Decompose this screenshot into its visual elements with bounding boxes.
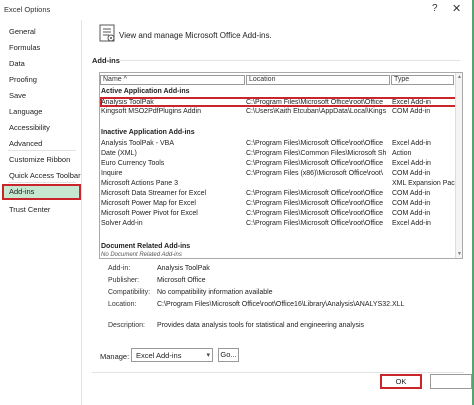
manage-selected-value: Excel Add-ins <box>136 351 182 360</box>
nav-item-trust-center[interactable]: Trust Center <box>2 202 81 217</box>
row-name: Microsoft Power Map for Excel <box>101 200 196 207</box>
group-title-inactive: Inactive Application Add-ins <box>101 129 195 136</box>
detail-label-publisher: Publisher: <box>108 277 140 284</box>
nav-divider <box>8 150 76 151</box>
row-location: C:\Program Files\Microsoft Office\root\O… <box>246 140 384 147</box>
row-name: Microsoft Data Streamer for Excel <box>101 190 207 197</box>
row-location: C:\Program Files\Microsoft Office\root\O… <box>246 200 384 207</box>
row-name: Analysis ToolPak - VBA <box>101 140 175 147</box>
detail-value-publisher: Microsoft Office <box>157 277 206 284</box>
row-location: C:\Program Files\Microsoft Office\root\O… <box>246 190 384 197</box>
row-type: COM Add-in <box>392 170 431 177</box>
row-type: COM Add-in <box>392 190 431 197</box>
group-title-active: Active Application Add-ins <box>101 88 190 95</box>
table-row[interactable]: Microsoft Power Pivot for Excel C:\Progr… <box>100 209 462 219</box>
table-row[interactable]: Solver Add-in C:\Program Files\Microsoft… <box>100 219 462 229</box>
detail-label-addin: Add-in: <box>108 265 131 272</box>
row-name: Microsoft Actions Pane 3 <box>101 180 179 187</box>
row-type: COM Add-in <box>392 108 431 115</box>
table-row[interactable]: Euro Currency Tools C:\Program Files\Mic… <box>100 159 462 169</box>
row-type: Excel Add-in <box>392 160 431 167</box>
options-nav: General Formulas Data Proofing Save Lang… <box>0 20 82 405</box>
column-header-name[interactable]: Name ^ <box>100 75 245 85</box>
section-title: Add-ins <box>92 56 120 65</box>
nav-item-proofing[interactable]: Proofing <box>2 72 81 87</box>
table-row[interactable]: Kingsoft MSO2PdfPlugins Addin C:\Users\K… <box>100 107 462 117</box>
row-location: C:\Program Files\Microsoft Office\root\O… <box>246 160 384 167</box>
help-button[interactable]: ? <box>432 3 438 14</box>
go-button[interactable]: Go... <box>218 348 239 362</box>
nav-item-formulas[interactable]: Formulas <box>2 40 81 55</box>
add-ins-list[interactable]: Name ^ Location Type Active Application … <box>99 72 463 259</box>
row-type: Excel Add-in <box>392 99 431 106</box>
detail-label-description: Description: <box>108 322 145 329</box>
no-document-addins-text: No Document Related Add-ins <box>101 252 182 258</box>
footer-divider <box>92 372 464 373</box>
row-name: Microsoft Power Pivot for Excel <box>101 210 198 217</box>
list-scrollbar[interactable]: ▲ ▼ <box>455 73 462 258</box>
row-name: Analysis ToolPak <box>101 99 154 106</box>
nav-item-add-ins[interactable]: Add-ins <box>2 184 81 200</box>
row-location: C:\Program Files\Common Files\Microsoft … <box>246 150 387 157</box>
table-row[interactable]: Analysis ToolPak - VBA C:\Program Files\… <box>100 139 462 149</box>
table-row[interactable]: Date (XML) C:\Program Files\Common Files… <box>100 149 462 159</box>
detail-value-addin: Analysis ToolPak <box>157 265 210 272</box>
cancel-button[interactable] <box>430 374 472 389</box>
row-type: Excel Add-in <box>392 220 431 227</box>
detail-value-description: Provides data analysis tools for statist… <box>157 322 365 329</box>
row-type: COM Add-in <box>392 200 431 207</box>
nav-item-customize-ribbon[interactable]: Customize Ribbon <box>2 152 81 167</box>
nav-item-language[interactable]: Language <box>2 104 81 119</box>
row-location: C:\Program Files (x86)\Microsoft Office\… <box>246 170 383 177</box>
manage-label: Manage: <box>100 352 130 361</box>
row-location: C:\Program Files\Microsoft Office\root\O… <box>246 99 384 106</box>
row-type: Action <box>392 150 412 157</box>
window-title: Excel Options <box>4 5 51 14</box>
nav-divider <box>8 182 76 183</box>
row-type: COM Add-in <box>392 210 431 217</box>
column-header-type[interactable]: Type <box>391 75 454 85</box>
row-location: C:\Program Files\Microsoft Office\root\O… <box>246 210 384 217</box>
chevron-down-icon: ▾ <box>206 352 210 359</box>
ok-button[interactable]: OK <box>380 374 422 389</box>
row-name: Date (XML) <box>101 150 137 157</box>
nav-item-accessibility[interactable]: Accessibility <box>2 120 81 135</box>
nav-item-advanced[interactable]: Advanced <box>2 136 81 151</box>
table-row[interactable]: Inquire C:\Program Files (x86)\Microsoft… <box>100 169 462 179</box>
table-row[interactable]: Microsoft Data Streamer for Excel C:\Pro… <box>100 189 462 199</box>
detail-value-location: C:\Program Files\Microsoft Office\root\O… <box>157 301 405 308</box>
manage-dropdown[interactable]: Excel Add-ins ▾ <box>131 348 213 362</box>
group-title-document: Document Related Add-ins <box>101 243 191 250</box>
column-header-location[interactable]: Location <box>246 75 390 85</box>
scroll-down-icon[interactable]: ▼ <box>457 251 462 257</box>
row-location: C:\Users\Kaith Etcuban\AppData\Local\Kin… <box>246 108 387 115</box>
table-row[interactable]: Microsoft Actions Pane 3 XML Expansion P… <box>100 179 462 189</box>
addins-icon <box>99 24 115 42</box>
close-button[interactable]: ✕ <box>452 2 461 15</box>
page-heading: View and manage Microsoft Office Add-ins… <box>119 31 272 40</box>
nav-item-data[interactable]: Data <box>2 56 81 71</box>
row-type: XML Expansion Pack <box>392 180 456 187</box>
detail-label-compatibility: Compatibility: <box>108 289 151 296</box>
scroll-up-icon[interactable]: ▲ <box>457 74 462 80</box>
detail-value-compatibility: No compatibility information available <box>157 289 273 296</box>
row-name: Solver Add-in <box>101 220 143 227</box>
nav-item-general[interactable]: General <box>2 24 81 39</box>
row-location: C:\Program Files\Microsoft Office\root\O… <box>246 220 384 227</box>
row-type: Excel Add-in <box>392 140 431 147</box>
detail-label-location: Location: <box>108 301 137 308</box>
table-row[interactable]: Analysis ToolPak C:\Program Files\Micros… <box>100 97 462 107</box>
title-bar: Excel Options ? ✕ <box>0 0 474 20</box>
row-name: Kingsoft MSO2PdfPlugins Addin <box>101 108 202 115</box>
section-divider <box>120 60 460 61</box>
table-row[interactable]: Microsoft Power Map for Excel C:\Program… <box>100 199 462 209</box>
row-name: Euro Currency Tools <box>101 160 165 167</box>
row-name: Inquire <box>101 170 123 177</box>
nav-item-quick-access-toolbar[interactable]: Quick Access Toolbar <box>2 168 81 183</box>
nav-item-save[interactable]: Save <box>2 88 81 103</box>
